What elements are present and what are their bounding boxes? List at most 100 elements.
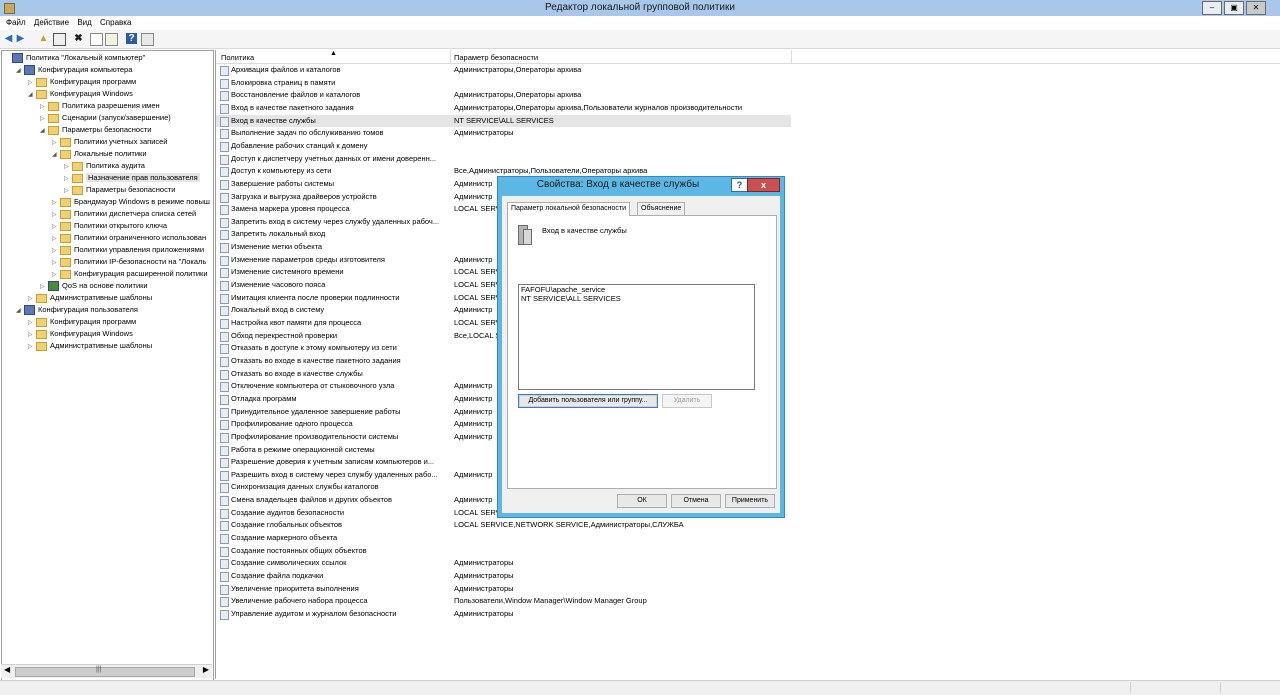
policy-row[interactable]: Управление аудитом и журналом безопаснос… bbox=[216, 608, 1280, 620]
tree-node[interactable]: ▷ Сценарии (запуск/завершение) bbox=[40, 112, 171, 124]
tree-node[interactable]: ▷ Административные шаблоны bbox=[28, 292, 152, 304]
show-hide-tree-icon[interactable] bbox=[53, 33, 66, 46]
tree-node[interactable]: ◢ Конфигурация Windows bbox=[28, 88, 133, 100]
tree-node[interactable]: ◢ Параметры безопасности bbox=[40, 124, 151, 136]
dialog-help-button[interactable]: ? bbox=[731, 178, 748, 192]
minimize-button[interactable]: – bbox=[1202, 1, 1222, 15]
tree-node[interactable]: ▷ Параметры безопасности bbox=[64, 184, 175, 196]
tree-node-label: Брандмауэр Windows в режиме повыш bbox=[74, 197, 210, 206]
maximize-button[interactable]: ▣ bbox=[1224, 1, 1244, 15]
tree-node[interactable]: ▷ Политика разрешения имен bbox=[40, 100, 160, 112]
policy-row[interactable]: Создание файла подкачки Администраторы bbox=[216, 570, 1280, 582]
cancel-button[interactable]: Отмена bbox=[671, 494, 721, 508]
console-tree: Политика "Локальный компьютер" ◢ Конфигура… bbox=[1, 50, 214, 681]
tree-node[interactable]: ▷ Назначение прав пользователя bbox=[64, 172, 200, 184]
scroll-right-icon[interactable]: ▶ bbox=[203, 665, 209, 674]
menu-action[interactable]: Действие bbox=[34, 18, 69, 27]
apply-button[interactable]: Применить bbox=[725, 494, 775, 508]
policy-row[interactable]: Увеличение приоритета выполнения Админист… bbox=[216, 583, 1280, 595]
column-divider[interactable] bbox=[791, 50, 792, 63]
tree-node[interactable]: ◢ Конфигурация компьютера bbox=[16, 64, 132, 76]
user-list-box[interactable]: FAFOFU\apache_service NT SERVICE\ALL SER… bbox=[518, 284, 755, 390]
scrollbar-thumb[interactable] bbox=[15, 667, 195, 677]
policy-row[interactable]: Вход в качестве пакетного задания Админис… bbox=[216, 102, 1280, 114]
tree-node[interactable]: ▷ Административные шаблоны bbox=[28, 340, 152, 352]
tree-node[interactable]: ▷ Конфигурация расширенной политики bbox=[52, 268, 208, 280]
tree-node[interactable]: Политика "Локальный компьютер" bbox=[4, 52, 145, 64]
expanded-arrow-icon[interactable]: ◢ bbox=[16, 305, 24, 317]
tree-node[interactable]: ▷ Политики ограниченного использован bbox=[52, 232, 206, 244]
policy-icon bbox=[220, 420, 229, 431]
policy-name: Архивация файлов и каталогов bbox=[231, 65, 341, 74]
remove-button[interactable]: Удалить bbox=[662, 394, 712, 408]
back-icon[interactable]: ◀ bbox=[3, 33, 14, 44]
policy-row[interactable]: Выполнение задач по обслуживанию томов Ад… bbox=[216, 127, 1280, 140]
add-user-or-group-button[interactable]: Добавить пользователя или группу... bbox=[518, 394, 658, 408]
ok-button[interactable]: ОК bbox=[617, 494, 667, 508]
policy-row[interactable]: Создание символических ссылок Администрат… bbox=[216, 557, 1280, 570]
up-icon[interactable]: ▲ bbox=[38, 33, 49, 44]
tree-node[interactable]: ▷ Политики учетных записей bbox=[52, 136, 168, 148]
tree-node[interactable]: ▷ Конфигурация программ bbox=[28, 316, 136, 328]
tab-local-security-setting[interactable]: Параметр локальной безопасности bbox=[507, 202, 630, 216]
policy-row[interactable]: Создание маркерного объекта bbox=[216, 532, 1280, 545]
collapsed-arrow-icon[interactable]: ▷ bbox=[28, 341, 36, 353]
sort-ascending-icon: ▲ bbox=[330, 50, 337, 57]
tree-node[interactable]: ▷ Политики управления приложениями bbox=[52, 244, 204, 256]
policy-row[interactable]: Архивация файлов и каталогов Администрато… bbox=[216, 64, 1280, 76]
policy-row[interactable]: Добавление рабочих станций к домену bbox=[216, 140, 1280, 152]
policy-setting: Администраторы bbox=[454, 128, 514, 138]
policy-setting: Администр bbox=[454, 305, 493, 315]
policy-icon bbox=[220, 192, 229, 203]
export-icon[interactable] bbox=[105, 33, 118, 46]
column-header-policy[interactable]: Политика bbox=[221, 53, 254, 62]
tree-node[interactable]: ▷ QoS на основе политики bbox=[40, 280, 148, 292]
tree-node[interactable]: ◢ Локальные политики bbox=[52, 148, 147, 160]
properties-icon[interactable] bbox=[90, 33, 103, 46]
expanded-arrow-icon[interactable]: ◢ bbox=[52, 149, 60, 161]
tree-node[interactable]: ▷ Политики открытого ключа bbox=[52, 220, 167, 232]
forward-icon[interactable]: ▶ bbox=[15, 33, 26, 44]
policy-name: Профилирование одного процесса bbox=[231, 419, 353, 429]
policy-row[interactable]: Восстановление файлов и каталогов Админис… bbox=[216, 89, 1280, 102]
dialog-close-button[interactable]: x bbox=[747, 178, 780, 192]
policy-row[interactable]: Блокировка страниц в памяти bbox=[216, 77, 1280, 89]
user-list-item[interactable]: FAFOFU\apache_service bbox=[519, 285, 754, 294]
menu-file[interactable]: Файл bbox=[6, 18, 26, 27]
policy-setting: LOCAL SERV bbox=[454, 318, 501, 327]
delete-icon[interactable]: ✖ bbox=[73, 33, 84, 44]
tree-node[interactable]: ▷ Брандмауэр Windows в режиме повыш bbox=[52, 196, 210, 208]
tree-node[interactable]: ▷ Политика аудита bbox=[64, 160, 145, 172]
policy-name: Отказать во входе в качестве пакетного з… bbox=[231, 355, 401, 365]
policy-name: Изменение системного времени bbox=[231, 267, 344, 277]
tree-node[interactable]: ◢ Конфигурация пользователя bbox=[16, 304, 138, 316]
menu-view[interactable]: Вид bbox=[77, 18, 91, 27]
policy-row[interactable]: Создание постоянных общих объектов bbox=[216, 545, 1280, 557]
tree-node[interactable]: ▷ Политики диспетчера списка сетей bbox=[52, 208, 196, 220]
expanded-arrow-icon[interactable]: ◢ bbox=[16, 65, 24, 77]
tree-horizontal-scrollbar[interactable]: ◀ ||| ▶ bbox=[1, 664, 212, 678]
policy-name: Принудительное удаленное завершение рабо… bbox=[231, 406, 401, 416]
policy-row[interactable]: Создание глобальных объектов LOCAL SERVIC… bbox=[216, 519, 1280, 532]
tree-node-label: Политики управления приложениями bbox=[74, 245, 205, 254]
expanded-arrow-icon[interactable]: ◢ bbox=[40, 125, 48, 137]
expanded-arrow-icon[interactable]: ◢ bbox=[28, 89, 36, 101]
tree-node[interactable]: ▷ Политики IP-безопасности на "Локаль bbox=[52, 256, 206, 268]
menu-help[interactable]: Справка bbox=[100, 18, 131, 27]
policy-row[interactable]: Доступ к диспетчеру учетных данных от им… bbox=[216, 153, 1280, 165]
policy-icon bbox=[220, 584, 229, 595]
policy-row[interactable]: Вход в качестве службы NT SERVICE\ALL SER… bbox=[216, 114, 1280, 127]
tab-explain[interactable]: Объяснение bbox=[637, 202, 686, 215]
tree-node[interactable]: ▷ Конфигурация программ bbox=[28, 76, 136, 88]
policy-icon bbox=[220, 597, 229, 608]
policy-icon bbox=[220, 546, 229, 557]
tree-node[interactable]: ▷ Конфигурация Windows bbox=[28, 328, 133, 340]
column-divider[interactable] bbox=[450, 50, 451, 63]
policy-row[interactable]: Увеличение рабочего набора процесса Польз… bbox=[216, 595, 1280, 608]
help-icon[interactable]: ? bbox=[126, 33, 137, 44]
column-header-setting[interactable]: Параметр безопасности bbox=[454, 53, 538, 62]
view-icon[interactable] bbox=[141, 33, 154, 46]
close-button[interactable]: ✕ bbox=[1246, 1, 1266, 15]
scroll-left-icon[interactable]: ◀ bbox=[4, 665, 10, 674]
user-list-item[interactable]: NT SERVICE\ALL SERVICES bbox=[519, 294, 754, 303]
